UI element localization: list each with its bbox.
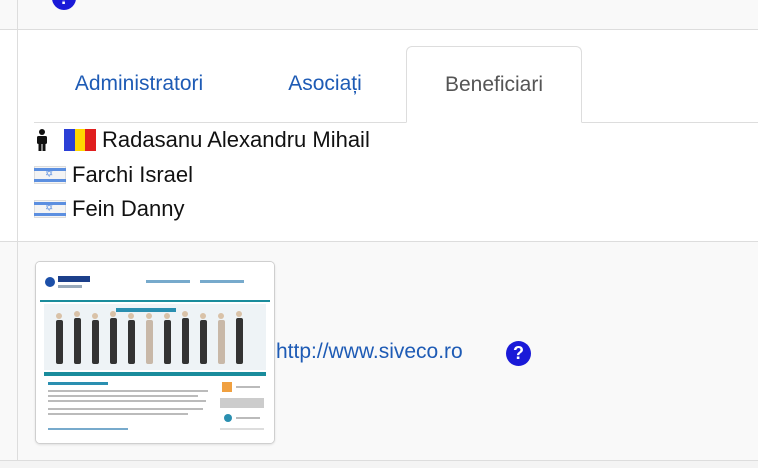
previous-row: ? (0, 0, 758, 30)
website-link[interactable]: http://www.siveco.ro (276, 340, 463, 364)
tab-administratori[interactable]: Administratori (34, 46, 244, 122)
row-footer (0, 461, 758, 468)
romania-flag-icon (64, 129, 97, 151)
row-left-cell (0, 242, 18, 460)
tab-bar: Administratori Asociați Beneficiari (34, 46, 758, 123)
tab-beneficiari[interactable]: Beneficiari (406, 46, 582, 123)
help-icon[interactable]: ? (506, 341, 531, 366)
website-screenshot-image (36, 262, 274, 443)
website-thumbnail[interactable] (35, 261, 275, 444)
beneficiary-name: Radasanu Alexandru Mihail (102, 127, 370, 152)
beneficiary-name: Fein Danny (72, 196, 185, 221)
help-icon[interactable]: ? (52, 0, 76, 10)
row-left-cell (0, 0, 18, 29)
israel-flag-icon: ✡ (34, 166, 66, 184)
list-item: Radasanu Alexandru Mihail (34, 125, 370, 155)
israel-flag-icon: ✡ (34, 200, 66, 218)
list-item: ✡ Farchi Israel (34, 160, 193, 190)
tab-asociati[interactable]: Asociați (244, 46, 406, 122)
beneficiary-name: Farchi Israel (72, 162, 194, 187)
list-item: ✡ Fein Danny (34, 194, 185, 224)
person-icon (37, 129, 47, 151)
row-left-cell (0, 30, 18, 241)
